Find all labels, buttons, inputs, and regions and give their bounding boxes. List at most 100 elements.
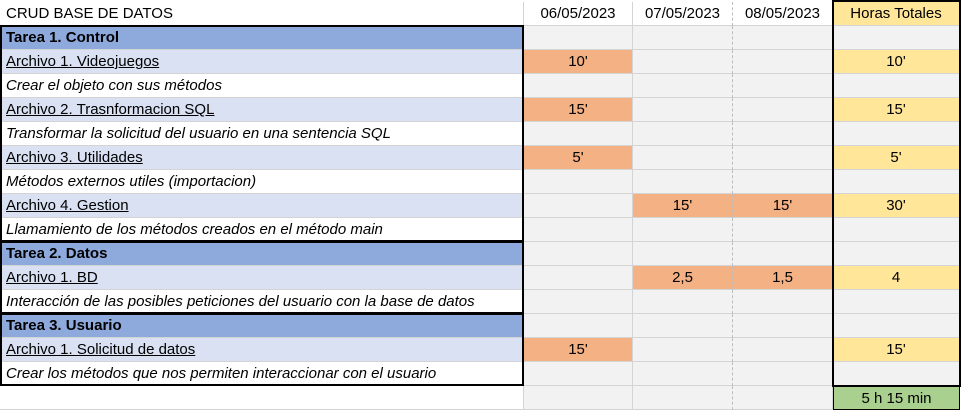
- empty-cell[interactable]: [524, 242, 633, 266]
- description-row: Interacción de las posibles peticiones d…: [0, 290, 963, 314]
- file-row: Archivo 2. Trasnformacion SQL 15' 15': [0, 98, 963, 122]
- empty-cell[interactable]: [633, 314, 733, 338]
- file-row: Archivo 4. Gestion 15' 15' 30': [0, 194, 963, 218]
- date-header[interactable]: 06/05/2023: [524, 2, 633, 26]
- empty-cell[interactable]: [524, 194, 633, 218]
- hours-cell[interactable]: 15': [633, 194, 733, 218]
- file-total-hours[interactable]: 30': [833, 194, 960, 218]
- file-total-hours[interactable]: 4: [833, 266, 960, 290]
- file-name[interactable]: Archivo 4. Gestion: [0, 194, 524, 218]
- empty-cell[interactable]: [633, 74, 733, 98]
- description-row: Métodos externos utiles (importacion): [0, 170, 963, 194]
- file-total-hours[interactable]: 15': [833, 338, 960, 362]
- date-header[interactable]: 08/05/2023: [733, 2, 833, 26]
- task-title[interactable]: Tarea 1. Control: [0, 26, 524, 50]
- empty-cell[interactable]: [733, 218, 833, 242]
- file-name[interactable]: Archivo 1. Videojuegos: [0, 50, 524, 74]
- empty-cell[interactable]: [733, 98, 833, 122]
- file-name[interactable]: Archivo 1. Solicitud de datos: [0, 338, 524, 362]
- empty-cell[interactable]: [633, 122, 733, 146]
- empty-cell[interactable]: [733, 122, 833, 146]
- file-name[interactable]: Archivo 3. Utilidades: [0, 146, 524, 170]
- hours-cell[interactable]: 15': [524, 98, 633, 122]
- empty-cell[interactable]: [633, 26, 733, 50]
- empty-cell[interactable]: [733, 386, 833, 410]
- empty-cell[interactable]: [733, 338, 833, 362]
- file-description[interactable]: Transformar la solicitud del usuario en …: [0, 122, 524, 146]
- file-description[interactable]: Interacción de las posibles peticiones d…: [0, 290, 524, 314]
- empty-cell[interactable]: [633, 338, 733, 362]
- empty-cell[interactable]: [633, 146, 733, 170]
- empty-cell[interactable]: [733, 50, 833, 74]
- empty-cell[interactable]: [733, 26, 833, 50]
- empty-cell[interactable]: [524, 362, 633, 386]
- file-description[interactable]: Métodos externos utiles (importacion): [0, 170, 524, 194]
- empty-cell[interactable]: [524, 170, 633, 194]
- empty-cell[interactable]: [524, 290, 633, 314]
- sheet-title[interactable]: CRUD BASE DE DATOS: [0, 2, 524, 26]
- empty-cell[interactable]: [524, 314, 633, 338]
- hours-cell[interactable]: 2,5: [633, 266, 733, 290]
- date-header[interactable]: 07/05/2023: [633, 2, 733, 26]
- empty-cell[interactable]: [524, 218, 633, 242]
- description-row: Crear el objeto con sus métodos: [0, 74, 963, 98]
- empty-cell[interactable]: [633, 242, 733, 266]
- task-title[interactable]: Tarea 2. Datos: [0, 242, 524, 266]
- description-row: Crear los métodos que nos permiten inter…: [0, 362, 963, 386]
- empty-cell[interactable]: [0, 386, 524, 410]
- spreadsheet: CRUD BASE DE DATOS 06/05/2023 07/05/2023…: [0, 0, 963, 420]
- file-name[interactable]: Archivo 1. BD: [0, 266, 524, 290]
- task-title[interactable]: Tarea 3. Usuario: [0, 314, 524, 338]
- file-total-hours[interactable]: 10': [833, 50, 960, 74]
- empty-cell[interactable]: [633, 50, 733, 74]
- total-hours-header[interactable]: Horas Totales: [833, 2, 960, 26]
- header-row: CRUD BASE DE DATOS 06/05/2023 07/05/2023…: [0, 2, 963, 26]
- file-description[interactable]: Crear los métodos que nos permiten inter…: [0, 362, 524, 386]
- file-total-hours[interactable]: 5': [833, 146, 960, 170]
- description-row: Llamamiento de los métodos creados en el…: [0, 218, 963, 242]
- file-row: Archivo 1. BD 2,5 1,5 4: [0, 266, 963, 290]
- file-description[interactable]: Llamamiento de los métodos creados en el…: [0, 218, 524, 242]
- empty-cell[interactable]: [524, 122, 633, 146]
- empty-cell[interactable]: [833, 74, 960, 98]
- grand-total[interactable]: 5 h 15 min: [833, 386, 960, 410]
- empty-cell[interactable]: [524, 26, 633, 50]
- hours-cell[interactable]: 10': [524, 50, 633, 74]
- file-name[interactable]: Archivo 2. Trasnformacion SQL: [0, 98, 524, 122]
- empty-cell[interactable]: [633, 386, 733, 410]
- task-header-row: Tarea 1. Control: [0, 26, 963, 50]
- hours-cell[interactable]: 1,5: [733, 266, 833, 290]
- empty-cell[interactable]: [524, 266, 633, 290]
- empty-cell[interactable]: [833, 314, 960, 338]
- hours-cell[interactable]: 15': [733, 194, 833, 218]
- empty-cell[interactable]: [833, 170, 960, 194]
- empty-cell[interactable]: [833, 290, 960, 314]
- hours-cell[interactable]: 15': [524, 338, 633, 362]
- file-row: Archivo 3. Utilidades 5' 5': [0, 146, 963, 170]
- empty-cell[interactable]: [833, 362, 960, 386]
- empty-cell[interactable]: [833, 242, 960, 266]
- empty-cell[interactable]: [633, 218, 733, 242]
- grand-total-row: 5 h 15 min: [0, 386, 963, 410]
- file-description[interactable]: Crear el objeto con sus métodos: [0, 74, 524, 98]
- empty-cell[interactable]: [733, 242, 833, 266]
- empty-cell[interactable]: [733, 146, 833, 170]
- empty-cell[interactable]: [733, 170, 833, 194]
- hours-cell[interactable]: 5': [524, 146, 633, 170]
- empty-cell[interactable]: [633, 170, 733, 194]
- empty-cell[interactable]: [633, 362, 733, 386]
- file-total-hours[interactable]: 15': [833, 98, 960, 122]
- empty-cell[interactable]: [733, 314, 833, 338]
- empty-cell[interactable]: [633, 290, 733, 314]
- empty-cell[interactable]: [833, 218, 960, 242]
- empty-cell[interactable]: [833, 122, 960, 146]
- empty-cell[interactable]: [524, 74, 633, 98]
- empty-cell[interactable]: [524, 386, 633, 410]
- empty-cell[interactable]: [733, 290, 833, 314]
- file-row: Archivo 1. Solicitud de datos 15' 15': [0, 338, 963, 362]
- empty-cell[interactable]: [833, 26, 960, 50]
- empty-cell[interactable]: [733, 362, 833, 386]
- empty-cell[interactable]: [633, 98, 733, 122]
- description-row: Transformar la solicitud del usuario en …: [0, 122, 963, 146]
- empty-cell[interactable]: [733, 74, 833, 98]
